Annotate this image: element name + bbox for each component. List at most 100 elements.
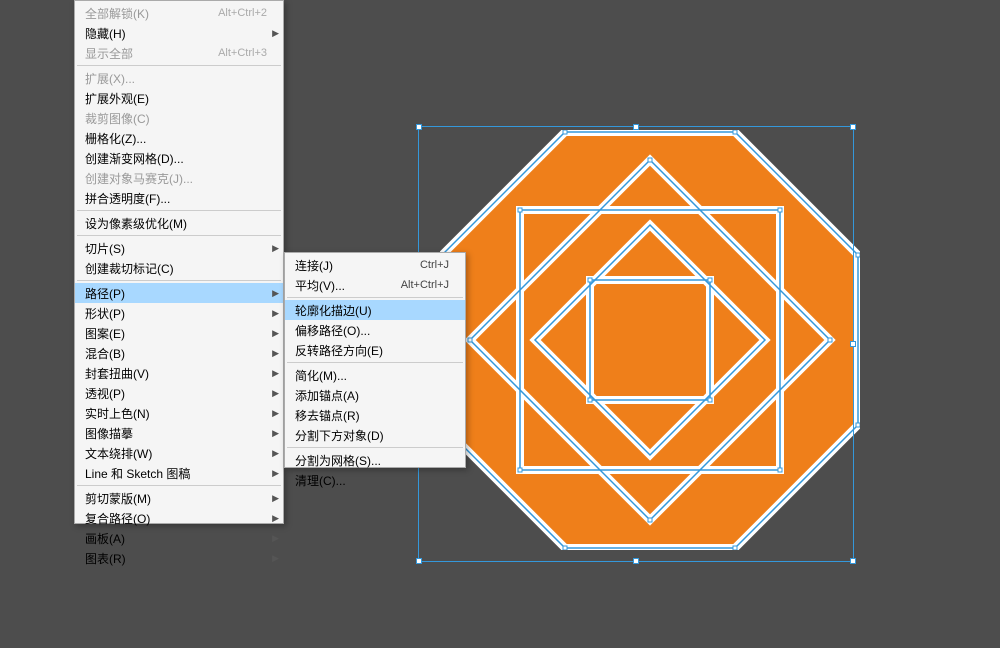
menu-item: 扩展(X)... xyxy=(75,68,283,88)
resize-handle-bm[interactable] xyxy=(633,558,639,564)
menu-item[interactable]: 图案(E) ▶ xyxy=(75,323,283,343)
menu-item[interactable]: 平均(V)... Alt+Ctrl+J xyxy=(285,275,465,295)
menu-item: 创建对象马赛克(J)... xyxy=(75,168,283,188)
menu-item-label: 清理(C)... xyxy=(295,472,449,489)
menu-item-label: 封套扭曲(V) xyxy=(85,365,267,382)
menu-item[interactable]: 栅格化(Z)... xyxy=(75,128,283,148)
menu-item[interactable]: 隐藏(H) ▶ xyxy=(75,23,283,43)
menu-item-label: 形状(P) xyxy=(85,305,267,322)
context-menu: 全部解锁(K)Alt+Ctrl+2 隐藏(H) ▶ 显示全部 Alt+Ctrl+3 扩展(… xyxy=(74,0,284,524)
menu-separator xyxy=(77,210,281,211)
menu-item[interactable]: 画板(A) ▶ xyxy=(75,528,283,548)
menu-item-label: 拼合透明度(F)... xyxy=(85,190,267,207)
menu-item[interactable]: 拼合透明度(F)... xyxy=(75,188,283,208)
menu-item[interactable]: 创建裁切标记(C) xyxy=(75,258,283,278)
menu-item-label: 创建对象马赛克(J)... xyxy=(85,170,267,187)
menu-item[interactable]: 图像描摹 ▶ xyxy=(75,423,283,443)
menu-item[interactable]: 反转路径方向(E) xyxy=(285,340,465,360)
menu-item-label: 创建裁切标记(C) xyxy=(85,260,267,277)
menu-item[interactable]: 移去锚点(R) xyxy=(285,405,465,425)
menu-item[interactable]: 扩展外观(E) xyxy=(75,88,283,108)
submenu-arrow-icon: ▶ xyxy=(272,513,279,524)
menu-item[interactable]: 复合路径(O) ▶ xyxy=(75,508,283,528)
menu-item-label: 图像描摹 xyxy=(85,425,267,442)
menu-item-label: 偏移路径(O)... xyxy=(295,322,449,339)
submenu-arrow-icon: ▶ xyxy=(272,288,279,299)
menu-item-label: Line 和 Sketch 图稿 xyxy=(85,465,267,482)
menu-item[interactable]: 轮廓化描边(U) xyxy=(285,300,465,320)
submenu-arrow-icon: ▶ xyxy=(272,308,279,319)
menu-item-label: 切片(S) xyxy=(85,240,267,257)
menu-item-label: 复合路径(O) xyxy=(85,510,267,527)
menu-item: 全部解锁(K)Alt+Ctrl+2 xyxy=(75,3,283,23)
resize-handle-br[interactable] xyxy=(850,558,856,564)
submenu-arrow-icon: ▶ xyxy=(272,553,279,564)
menu-item[interactable]: Line 和 Sketch 图稿▶ xyxy=(75,463,283,483)
submenu-arrow-icon: ▶ xyxy=(272,328,279,339)
menu-item-label: 设为像素级优化(M) xyxy=(85,215,267,232)
menu-separator xyxy=(77,235,281,236)
menu-item-shortcut: Alt+Ctrl+J xyxy=(401,279,449,291)
submenu-arrow-icon: ▶ xyxy=(272,493,279,504)
resize-handle-bl[interactable] xyxy=(416,558,422,564)
menu-item[interactable]: 清理(C)... xyxy=(285,470,465,490)
submenu-arrow-icon: ▶ xyxy=(272,533,279,544)
menu-item-label: 实时上色(N) xyxy=(85,405,267,422)
menu-item-label: 分割下方对象(D) xyxy=(295,427,449,444)
menu-item-label: 扩展外观(E) xyxy=(85,90,267,107)
menu-item-label: 裁剪图像(C) xyxy=(85,110,267,127)
menu-item[interactable]: 分割下方对象(D) xyxy=(285,425,465,445)
menu-separator xyxy=(287,297,463,298)
menu-separator xyxy=(77,280,281,281)
menu-item-label: 剪切蒙版(M) xyxy=(85,490,267,507)
menu-item-label: 画板(A) xyxy=(85,530,267,547)
menu-item-shortcut: Alt+Ctrl+2 xyxy=(218,7,267,19)
artwork-shape[interactable]: .f { fill:#ef7f1a; stroke:#3498db; strok… xyxy=(440,130,860,550)
menu-item-label: 简化(M)... xyxy=(295,367,449,384)
menu-item-label: 路径(P) xyxy=(85,285,267,302)
submenu-arrow-icon: ▶ xyxy=(272,408,279,419)
menu-item-label: 连接(J) xyxy=(295,257,404,274)
menu-item[interactable]: 切片(S)▶ xyxy=(75,238,283,258)
menu-item[interactable]: 剪切蒙版(M) ▶ xyxy=(75,488,283,508)
menu-item-label: 隐藏(H) xyxy=(85,25,267,42)
menu-item-label: 分割为网格(S)... xyxy=(295,452,449,469)
menu-separator xyxy=(77,65,281,66)
menu-item-label: 添加锚点(A) xyxy=(295,387,449,404)
menu-item-label: 混合(B) xyxy=(85,345,267,362)
menu-item-label: 显示全部 xyxy=(85,45,202,62)
menu-item[interactable]: 透视(P)▶ xyxy=(75,383,283,403)
menu-item-label: 轮廓化描边(U) xyxy=(295,302,449,319)
menu-item-label: 扩展(X)... xyxy=(85,70,267,87)
menu-item[interactable]: 封套扭曲(V) ▶ xyxy=(75,363,283,383)
submenu-arrow-icon: ▶ xyxy=(272,28,279,39)
submenu-arrow-icon: ▶ xyxy=(272,388,279,399)
menu-item-label: 创建渐变网格(D)... xyxy=(85,150,267,167)
resize-handle-tl[interactable] xyxy=(416,124,422,130)
menu-item[interactable]: 混合(B)▶ xyxy=(75,343,283,363)
submenu-arrow-icon: ▶ xyxy=(272,448,279,459)
menu-item[interactable]: 连接(J) Ctrl+J xyxy=(285,255,465,275)
submenu-arrow-icon: ▶ xyxy=(272,368,279,379)
menu-item-shortcut: Ctrl+J xyxy=(420,259,449,271)
menu-item[interactable]: 形状(P) ▶ xyxy=(75,303,283,323)
submenu-arrow-icon: ▶ xyxy=(272,428,279,439)
menu-item[interactable]: 实时上色(N) ▶ xyxy=(75,403,283,423)
menu-item[interactable]: 图表(R)▶ xyxy=(75,548,283,568)
menu-item[interactable]: 分割为网格(S)... xyxy=(285,450,465,470)
menu-item-label: 移去锚点(R) xyxy=(295,407,449,424)
menu-item-label: 图案(E) xyxy=(85,325,267,342)
menu-item[interactable]: 简化(M)... xyxy=(285,365,465,385)
menu-item-label: 反转路径方向(E) xyxy=(295,342,449,359)
menu-separator xyxy=(77,485,281,486)
menu-item[interactable]: 路径(P) ▶ xyxy=(75,283,283,303)
menu-item: 显示全部 Alt+Ctrl+3 xyxy=(75,43,283,63)
menu-item[interactable]: 偏移路径(O)... xyxy=(285,320,465,340)
menu-item[interactable]: 创建渐变网格(D)... xyxy=(75,148,283,168)
menu-item-shortcut: Alt+Ctrl+3 xyxy=(218,47,267,59)
menu-item[interactable]: 文本绕排(W) ▶ xyxy=(75,443,283,463)
menu-item-label: 平均(V)... xyxy=(295,277,385,294)
menu-item-label: 文本绕排(W) xyxy=(85,445,267,462)
menu-item[interactable]: 添加锚点(A) xyxy=(285,385,465,405)
menu-item[interactable]: 设为像素级优化(M) xyxy=(75,213,283,233)
